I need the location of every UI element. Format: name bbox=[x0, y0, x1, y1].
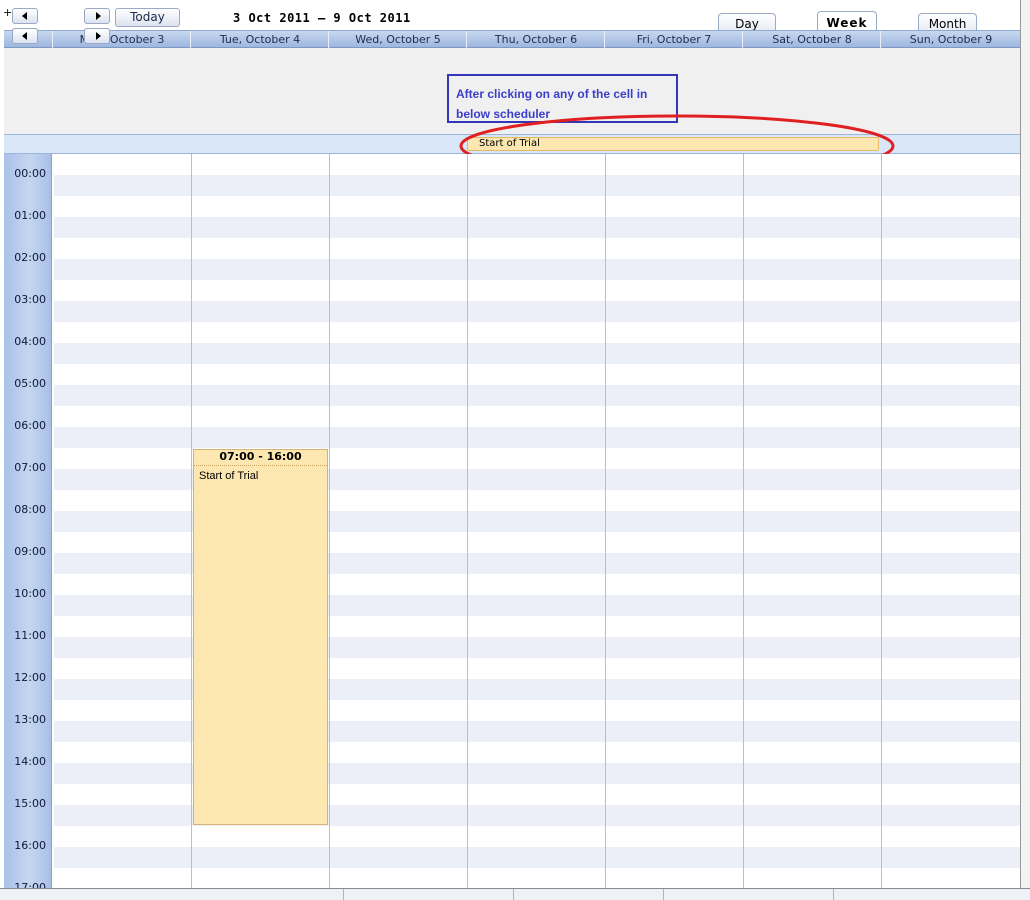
half-hour-slot[interactable] bbox=[54, 175, 1020, 196]
hour-label: 15:00 bbox=[14, 797, 46, 810]
day-header-row: Mon, October 3 Tue, October 4 Wed, Octob… bbox=[4, 30, 1020, 48]
day-header-fri[interactable]: Fri, October 7 bbox=[604, 31, 743, 48]
half-hour-slot[interactable] bbox=[54, 259, 1020, 280]
arrow-right-icon bbox=[96, 32, 101, 40]
event-subject: Start of Trial bbox=[199, 470, 259, 482]
status-segment bbox=[513, 889, 664, 900]
hour-label: 00:00 bbox=[14, 167, 46, 180]
scheduler-toolbar: + Today 3 Oct 2011 – 9 Oct 2011 Day Week… bbox=[0, 0, 1030, 44]
arrow-right-icon bbox=[96, 12, 101, 20]
hour-label: 03:00 bbox=[14, 293, 46, 306]
hour-label: 12:00 bbox=[14, 671, 46, 684]
window-right-border bbox=[1020, 0, 1030, 900]
hour-label: 06:00 bbox=[14, 419, 46, 432]
day-header-thu[interactable]: Thu, October 6 bbox=[466, 31, 605, 48]
day-column-divider bbox=[743, 154, 744, 888]
prev-day-button-overlay[interactable] bbox=[12, 28, 38, 44]
hour-label: 05:00 bbox=[14, 377, 46, 390]
today-button[interactable]: Today bbox=[115, 8, 180, 27]
time-grid[interactable]: 00:00 01:00 02:00 03:00 04:00 05:00 06:00 07:00… bbox=[4, 154, 1020, 888]
hour-label: 08:00 bbox=[14, 503, 46, 516]
hour-label: 17:00 bbox=[14, 881, 46, 888]
status-segment bbox=[663, 889, 834, 900]
hour-label: 14:00 bbox=[14, 755, 46, 768]
prev-button[interactable] bbox=[12, 8, 38, 24]
timed-event[interactable]: 07:00 - 16:00 Start of Trial bbox=[193, 449, 328, 825]
allday-event[interactable]: Start of Trial bbox=[467, 137, 879, 151]
expand-icon[interactable]: + bbox=[3, 7, 12, 18]
day-column-divider bbox=[881, 154, 882, 888]
day-header-sat[interactable]: Sat, October 8 bbox=[742, 31, 881, 48]
day-column-divider bbox=[329, 154, 330, 888]
day-column-divider bbox=[191, 154, 192, 888]
day-header-mon[interactable]: Mon, October 3 bbox=[52, 31, 191, 48]
day-column-divider bbox=[467, 154, 468, 888]
half-hour-slot[interactable] bbox=[54, 427, 1020, 448]
day-header-sun[interactable]: Sun, October 9 bbox=[880, 31, 1021, 48]
annotation-callout: After clicking on any of the cell in bel… bbox=[447, 74, 678, 123]
hour-label: 11:00 bbox=[14, 629, 46, 642]
hour-label: 02:00 bbox=[14, 251, 46, 264]
half-hour-slot[interactable] bbox=[54, 847, 1020, 868]
day-column-divider bbox=[605, 154, 606, 888]
status-bar bbox=[0, 888, 1030, 900]
date-range-title: 3 Oct 2011 – 9 Oct 2011 bbox=[233, 11, 411, 25]
hour-label: 10:00 bbox=[14, 587, 46, 600]
half-hour-slot[interactable] bbox=[54, 217, 1020, 238]
half-hour-slot[interactable] bbox=[54, 343, 1020, 364]
half-hour-slot[interactable] bbox=[54, 385, 1020, 406]
hour-label: 09:00 bbox=[14, 545, 46, 558]
day-header-wed[interactable]: Wed, October 5 bbox=[328, 31, 467, 48]
event-time: 07:00 - 16:00 bbox=[194, 450, 327, 466]
hour-label: 01:00 bbox=[14, 209, 46, 222]
arrow-left-icon bbox=[22, 32, 27, 40]
hour-label: 16:00 bbox=[14, 839, 46, 852]
arrow-left-icon bbox=[22, 12, 27, 20]
hour-label: 13:00 bbox=[14, 713, 46, 726]
day-header-tue[interactable]: Tue, October 4 bbox=[190, 31, 329, 48]
status-segment bbox=[343, 889, 514, 900]
next-button[interactable] bbox=[84, 8, 110, 24]
time-ruler bbox=[4, 154, 52, 888]
status-segment bbox=[0, 889, 344, 900]
hour-label: 07:00 bbox=[14, 461, 46, 474]
next-day-button-overlay[interactable] bbox=[84, 28, 110, 44]
hour-label: 04:00 bbox=[14, 335, 46, 348]
half-hour-slot[interactable] bbox=[54, 301, 1020, 322]
